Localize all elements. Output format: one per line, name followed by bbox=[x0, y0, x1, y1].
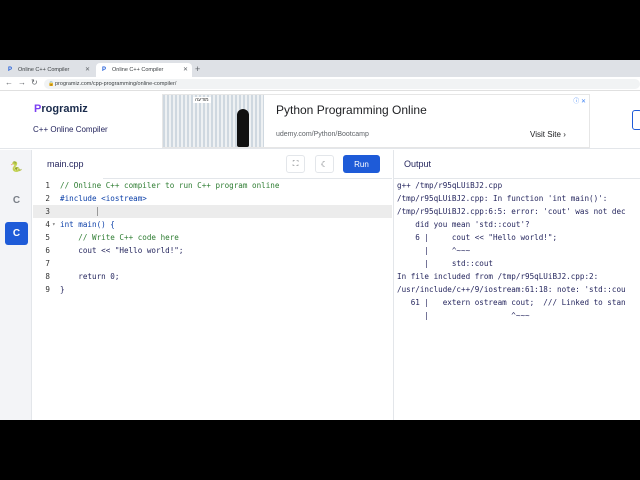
programiz-favicon-icon: P bbox=[102, 67, 107, 73]
line-number: 8 bbox=[45, 272, 50, 281]
code-line[interactable]: 4 ▾ int main() { bbox=[33, 218, 392, 231]
tab-strip: P Online C++ Compiler ✕ P Online C++ Com… bbox=[0, 60, 640, 77]
file-tab[interactable]: main.cpp bbox=[33, 150, 103, 179]
close-tab-icon[interactable]: ✕ bbox=[183, 66, 188, 73]
ad-image[interactable]: מודעה bbox=[163, 95, 264, 147]
code-text: // Write C++ code here bbox=[60, 233, 179, 242]
tab-title: Online C++ Compiler bbox=[18, 67, 70, 73]
code-text: } bbox=[60, 285, 65, 294]
code-line[interactable]: 6 cout << "Hello world!"; bbox=[33, 244, 392, 257]
forward-icon[interactable]: → bbox=[18, 78, 26, 87]
back-icon[interactable]: ← bbox=[5, 78, 13, 87]
code-line[interactable]: 2 #include <iostream> bbox=[33, 192, 392, 205]
ad-title[interactable]: Python Programming Online bbox=[276, 103, 427, 117]
new-tab-icon[interactable]: + bbox=[195, 64, 200, 74]
address-bar[interactable]: 🔒 programiz.com/cpp-programming/online-c… bbox=[44, 79, 640, 89]
programiz-favicon-icon: P bbox=[8, 67, 13, 73]
navigation-bar: ← → ↻ 🔒 programiz.com/cpp-programming/on… bbox=[0, 77, 640, 91]
language-sidebar: 🐍 C C bbox=[0, 150, 32, 420]
person-silhouette bbox=[237, 109, 249, 147]
code-text: cout << "Hello world!"; bbox=[60, 246, 184, 255]
python-icon[interactable]: 🐍 bbox=[5, 156, 28, 179]
code-editor[interactable]: 1 // Online C++ compiler to run C++ prog… bbox=[33, 179, 392, 420]
browser-tab[interactable]: P Online C++ Compiler ✕ bbox=[2, 63, 94, 77]
output-line: did you mean 'std::cout'? bbox=[397, 220, 530, 229]
output-line: /usr/include/c++/9/iostream:61:18: note:… bbox=[397, 285, 626, 294]
line-number: 6 bbox=[45, 246, 50, 255]
output-line: 61 | extern ostream cout; /// Linked to … bbox=[397, 298, 626, 307]
c-language-icon[interactable]: C bbox=[5, 189, 28, 212]
code-line[interactable]: 9 } bbox=[33, 283, 392, 296]
advertisement-banner[interactable]: מודעה Python Programming Online udemy.co… bbox=[162, 94, 590, 148]
visit-site-button[interactable]: Visit Site › bbox=[530, 130, 566, 139]
line-number: 1 bbox=[45, 181, 50, 190]
ad-badge: מודעה bbox=[193, 97, 211, 103]
output-title: Output bbox=[404, 159, 432, 169]
code-line-active[interactable]: 3 bbox=[33, 205, 392, 218]
fold-arrow-icon[interactable]: ▾ bbox=[52, 218, 56, 231]
line-number: 3 bbox=[45, 207, 50, 216]
reload-icon[interactable]: ↻ bbox=[31, 78, 38, 87]
output-line: In file included from /tmp/r95qLUiBJ2.cp… bbox=[397, 272, 599, 281]
close-tab-icon[interactable]: ✕ bbox=[85, 66, 90, 73]
line-number: 7 bbox=[45, 259, 50, 268]
code-line[interactable]: 7 bbox=[33, 257, 392, 270]
output-line: | std::cout bbox=[397, 259, 494, 268]
line-number: 5 bbox=[45, 233, 50, 242]
output-toolbar: Output bbox=[393, 150, 640, 179]
code-text: int main() { bbox=[60, 220, 115, 229]
browser-window: P Online C++ Compiler ✕ P Online C++ Com… bbox=[0, 60, 640, 420]
cpp-language-icon[interactable]: C bbox=[5, 222, 28, 245]
fullscreen-icon[interactable]: ⛶ bbox=[286, 155, 305, 173]
output-line: | ^~~~ bbox=[397, 311, 530, 320]
output-line: g++ /tmp/r95qLUiBJ2.cpp bbox=[397, 181, 503, 190]
run-button[interactable]: Run bbox=[343, 155, 380, 173]
code-text: // Online C++ compiler to run C++ progra… bbox=[60, 181, 280, 190]
code-text: return 0; bbox=[60, 272, 120, 281]
editor-toolbar: main.cpp ⛶ ☾ Run bbox=[33, 150, 392, 179]
output-line: /tmp/r95qLUiBJ2.cpp: In function 'int ma… bbox=[397, 194, 608, 203]
line-number: 9 bbox=[45, 285, 50, 294]
line-number: 2 bbox=[45, 194, 50, 203]
ad-url[interactable]: udemy.com/Python/Bootcamp bbox=[276, 131, 369, 138]
text-cursor bbox=[97, 207, 98, 216]
code-line[interactable]: 5 // Write C++ code here bbox=[33, 231, 392, 244]
site-header: Programiz C++ Online Compiler מודעה Pyth… bbox=[0, 92, 640, 149]
tab-title: Online C++ Compiler bbox=[112, 67, 164, 73]
browser-tab-active[interactable]: P Online C++ Compiler ✕ bbox=[96, 63, 192, 77]
header-right-button[interactable] bbox=[632, 110, 640, 130]
output-line: | ^~~~ bbox=[397, 246, 471, 255]
output-line: /tmp/r95qLUiBJ2.cpp:6:5: error: 'cout' w… bbox=[397, 207, 626, 216]
code-line[interactable]: 1 // Online C++ compiler to run C++ prog… bbox=[33, 179, 392, 192]
url-text: programiz.com/cpp-programming/online-com… bbox=[55, 81, 177, 87]
dark-mode-icon[interactable]: ☾ bbox=[315, 155, 334, 173]
output-panel: g++ /tmp/r95qLUiBJ2.cpp /tmp/r95qLUiBJ2.… bbox=[393, 179, 640, 420]
page-subtitle: C++ Online Compiler bbox=[33, 125, 108, 134]
code-line[interactable]: 8 return 0; bbox=[33, 270, 392, 283]
programiz-logo[interactable]: Programiz bbox=[34, 103, 88, 115]
line-number: 4 bbox=[45, 220, 50, 229]
lock-icon: 🔒 bbox=[48, 81, 55, 87]
code-text: #include <iostream> bbox=[60, 194, 147, 203]
output-line: 6 | cout << "Hello world!"; bbox=[397, 233, 558, 242]
ad-choices-icon[interactable]: ⓘ ✕ bbox=[573, 96, 586, 105]
